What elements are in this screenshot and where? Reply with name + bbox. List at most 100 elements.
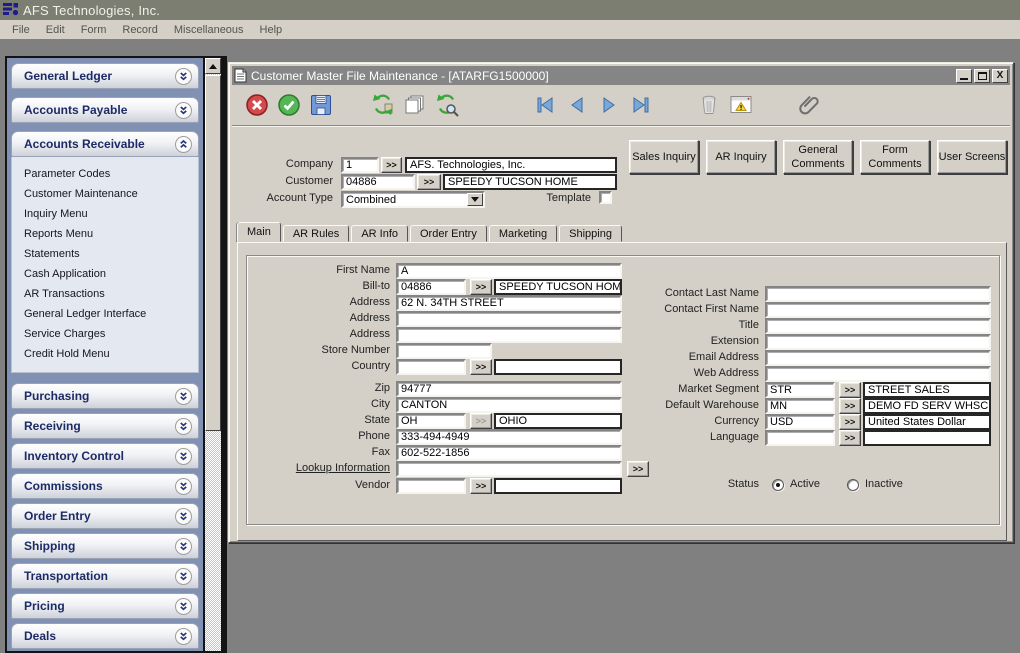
lookup-information-input[interactable]: [396, 461, 622, 477]
address2-input[interactable]: [396, 311, 622, 327]
tab-ar-rules[interactable]: AR Rules: [283, 225, 349, 242]
menu-item[interactable]: Form: [73, 22, 115, 38]
sidebar-section[interactable]: Commissions: [11, 473, 199, 499]
status-active-radio[interactable]: [772, 479, 784, 491]
sidebar-item[interactable]: Cash Application: [24, 264, 198, 284]
template-checkbox[interactable]: [599, 191, 612, 204]
copy-icon[interactable]: [402, 92, 428, 118]
menu-item[interactable]: Help: [252, 22, 291, 38]
tab-ar-info[interactable]: AR Info: [351, 225, 408, 242]
dropdown-arrow-button[interactable]: [467, 193, 483, 206]
chevron-double-down-icon[interactable]: [175, 508, 192, 525]
sidebar-item[interactable]: Reports Menu: [24, 224, 198, 244]
tab-main[interactable]: Main: [237, 222, 281, 242]
show-warnings-icon[interactable]: [728, 92, 754, 118]
title-input[interactable]: [765, 318, 991, 334]
first-name-input[interactable]: [396, 263, 622, 279]
company-code-input[interactable]: [341, 157, 379, 173]
company-lookup-button[interactable]: >>: [381, 157, 402, 173]
zip-input[interactable]: [396, 381, 622, 397]
status-inactive-radio[interactable]: [847, 479, 859, 491]
account-type-dropdown[interactable]: Combined: [341, 191, 485, 208]
sidebar-item[interactable]: Customer Maintenance: [24, 184, 198, 204]
tab-shipping[interactable]: Shipping: [559, 225, 622, 242]
menu-item[interactable]: Record: [114, 22, 165, 38]
fax-input[interactable]: [396, 445, 622, 461]
sidebar-section[interactable]: Shipping: [11, 533, 199, 559]
sidebar-item[interactable]: Credit Hold Menu: [24, 344, 198, 364]
previous-record-icon[interactable]: [564, 92, 590, 118]
chevron-double-down-icon[interactable]: [175, 102, 192, 119]
sidebar-item[interactable]: Parameter Codes: [24, 164, 198, 184]
vendor-lookup-button[interactable]: >>: [470, 478, 492, 494]
chevron-double-down-icon[interactable]: [175, 628, 192, 645]
country-lookup-button[interactable]: >>: [470, 359, 492, 375]
save-icon[interactable]: [308, 92, 334, 118]
sidebar-section[interactable]: Pricing: [11, 593, 199, 619]
email-address-input[interactable]: [765, 350, 991, 366]
menu-item[interactable]: File: [4, 22, 38, 38]
sidebar-section[interactable]: Purchasing: [11, 383, 199, 409]
currency-lookup-button[interactable]: >>: [839, 414, 861, 430]
tab-order-entry[interactable]: Order Entry: [410, 225, 487, 242]
customer-lookup-button[interactable]: >>: [417, 174, 441, 190]
ok-icon[interactable]: [276, 92, 302, 118]
sidebar-section-accounts-receivable[interactable]: Accounts Receivable: [11, 131, 199, 157]
action-button[interactable]: General Comments: [783, 140, 853, 174]
customer-code-input[interactable]: [341, 174, 415, 190]
phone-input[interactable]: [396, 429, 622, 445]
sidebar-section-general-ledger[interactable]: General Ledger: [11, 63, 199, 89]
minimize-button[interactable]: [956, 69, 972, 83]
store-number-input[interactable]: [396, 343, 492, 359]
sidebar-section[interactable]: Inventory Control: [11, 443, 199, 469]
chevron-double-down-icon[interactable]: [175, 448, 192, 465]
contact-last-name-input[interactable]: [765, 286, 991, 302]
city-input[interactable]: [396, 397, 622, 413]
menu-item[interactable]: Edit: [38, 22, 73, 38]
close-button[interactable]: X: [992, 69, 1008, 83]
sidebar-section[interactable]: Deals: [11, 623, 199, 649]
sidebar-scrollbar[interactable]: [205, 58, 221, 651]
chevron-double-down-icon[interactable]: [175, 388, 192, 405]
first-record-icon[interactable]: [532, 92, 558, 118]
action-button[interactable]: AR Inquiry: [706, 140, 776, 174]
bill-to-code-input[interactable]: [396, 279, 466, 295]
chevron-double-down-icon[interactable]: [175, 538, 192, 555]
next-record-icon[interactable]: [596, 92, 622, 118]
contact-first-name-input[interactable]: [765, 302, 991, 318]
tab-marketing[interactable]: Marketing: [489, 225, 557, 242]
default-warehouse-lookup-button[interactable]: >>: [839, 398, 861, 414]
action-button[interactable]: Form Comments: [860, 140, 930, 174]
sidebar-section-accounts-payable[interactable]: Accounts Payable: [11, 97, 199, 123]
state-code-input[interactable]: [396, 413, 466, 429]
sidebar-item[interactable]: General Ledger Interface: [24, 304, 198, 324]
sidebar-item[interactable]: Service Charges: [24, 324, 198, 344]
sidebar-section[interactable]: Order Entry: [11, 503, 199, 529]
currency-code-input[interactable]: [765, 414, 835, 430]
sidebar-section[interactable]: Transportation: [11, 563, 199, 589]
refresh-data-icon[interactable]: [370, 92, 396, 118]
vendor-code-input[interactable]: [396, 478, 466, 494]
language-code-input[interactable]: [765, 430, 835, 446]
country-code-input[interactable]: [396, 359, 466, 375]
window-titlebar[interactable]: Customer Master File Maintenance - [ATAR…: [232, 66, 1010, 85]
maximize-button[interactable]: [974, 69, 990, 83]
cancel-icon[interactable]: [244, 92, 270, 118]
sidebar-section[interactable]: Receiving: [11, 413, 199, 439]
lookup-information-label[interactable]: Lookup Information: [238, 462, 390, 474]
attachments-icon[interactable]: [796, 92, 822, 118]
delete-icon[interactable]: [696, 92, 722, 118]
action-button[interactable]: Sales Inquiry: [629, 140, 699, 174]
chevron-double-up-icon[interactable]: [175, 136, 192, 153]
web-address-input[interactable]: [765, 366, 991, 382]
chevron-double-down-icon[interactable]: [175, 418, 192, 435]
default-warehouse-code-input[interactable]: [765, 398, 835, 414]
bill-to-lookup-button[interactable]: >>: [470, 279, 492, 295]
address1-input[interactable]: [396, 295, 622, 311]
action-button[interactable]: User Screens: [937, 140, 1007, 174]
chevron-double-down-icon[interactable]: [175, 478, 192, 495]
menu-item[interactable]: Miscellaneous: [166, 22, 252, 38]
market-segment-lookup-button[interactable]: >>: [839, 382, 861, 398]
scrollbar-thumb[interactable]: [205, 75, 221, 431]
sidebar-item[interactable]: AR Transactions: [24, 284, 198, 304]
